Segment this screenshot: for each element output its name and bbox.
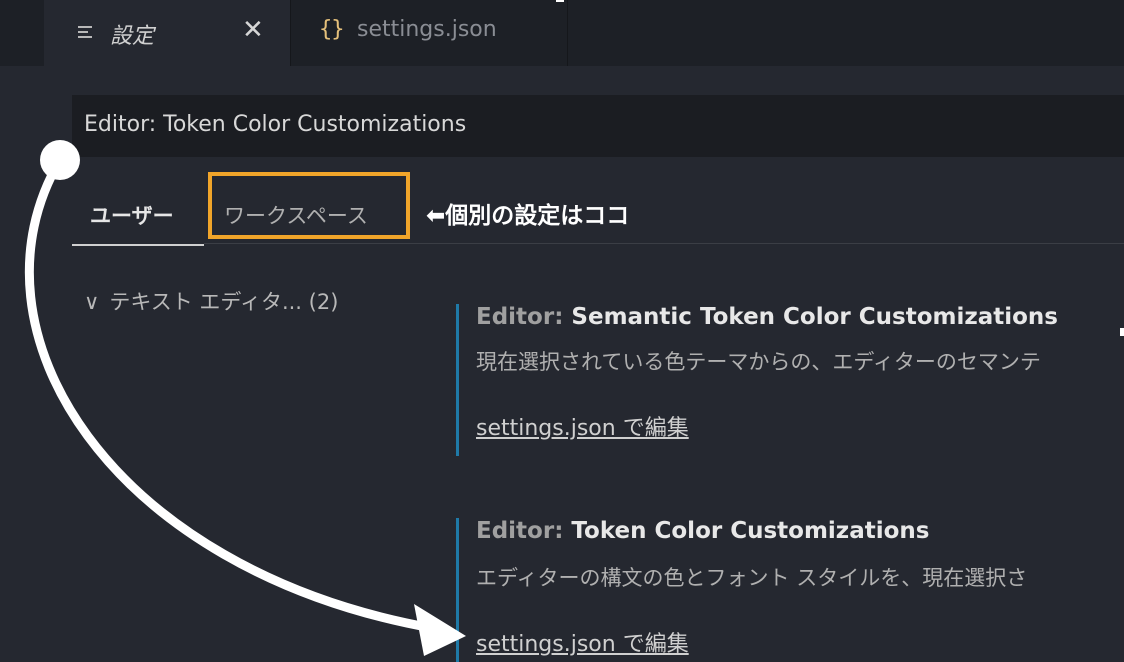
annotation-arrow-curve [24, 155, 437, 633]
arrow-head-icon [414, 604, 466, 656]
settings-editor-window: 設定 ✕ {} settings.json Editor: Token Colo… [0, 0, 1124, 662]
arrow-start-dot-icon [40, 140, 80, 180]
annotation-arrow [24, 140, 466, 656]
